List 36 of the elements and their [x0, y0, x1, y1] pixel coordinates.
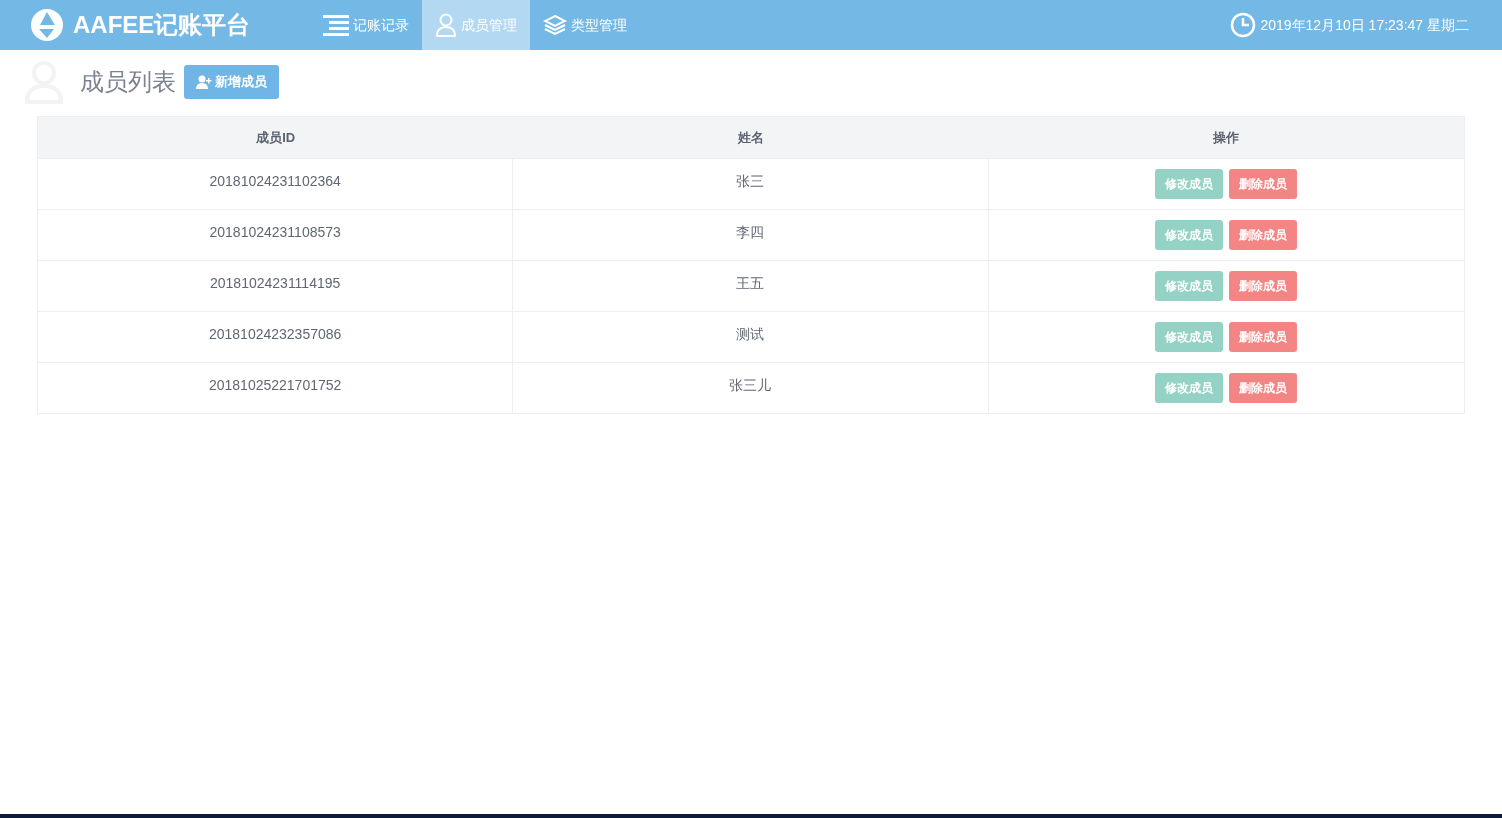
user-icon	[435, 13, 457, 37]
table-cell-text: 测试	[736, 325, 765, 342]
table-cell-text: 王五	[736, 274, 765, 291]
delete-member-button[interactable]: 删除成员	[1229, 169, 1298, 199]
table-cell-text: 张三儿	[729, 376, 772, 393]
nav-tab[interactable]: 类型管理	[530, 0, 640, 50]
page-title: 成员列表	[80, 67, 176, 97]
table-cell-text: 20181024231114195	[210, 274, 341, 291]
edit-member-button[interactable]: 修改成员	[1155, 322, 1224, 352]
table-cell-text: 张三	[736, 172, 765, 189]
add-user-icon	[196, 75, 212, 89]
delete-member-button[interactable]: 删除成员	[1229, 373, 1298, 403]
nav-tab[interactable]: 记账记录	[310, 0, 422, 50]
list-icon	[323, 14, 349, 36]
aperture-logo-icon	[30, 8, 64, 42]
layers-icon	[543, 14, 567, 36]
delete-member-button[interactable]: 删除成员	[1229, 220, 1298, 250]
table-cell-text: 20181024231102364	[209, 172, 341, 189]
logo-text: AAFEE记账平台	[73, 10, 251, 40]
edit-member-button[interactable]: 修改成员	[1155, 169, 1224, 199]
clock-icon	[1230, 12, 1257, 38]
column-header: 成员ID	[256, 128, 296, 147]
column-header: 姓名	[738, 128, 764, 147]
column-header: 操作	[1213, 128, 1240, 147]
nav-tab[interactable]: 成员管理	[422, 0, 530, 50]
date-time: 2019年12月10日 17:23:47 星期二	[1260, 15, 1469, 35]
edit-member-button[interactable]: 修改成员	[1155, 220, 1224, 250]
add-member-button[interactable]: 新增成员	[184, 65, 279, 99]
table-cell-text: 20181024232357086	[208, 325, 342, 342]
delete-member-button[interactable]: 删除成员	[1229, 271, 1298, 301]
table-cell-text: 20181024231108573	[209, 223, 341, 240]
table-cell-text: 李四	[736, 223, 765, 240]
edit-member-button[interactable]: 修改成员	[1155, 373, 1224, 403]
edit-member-button[interactable]: 修改成员	[1155, 271, 1224, 301]
delete-member-button[interactable]: 删除成员	[1229, 322, 1298, 352]
table-cell-text: 20181025221701752	[208, 376, 342, 393]
